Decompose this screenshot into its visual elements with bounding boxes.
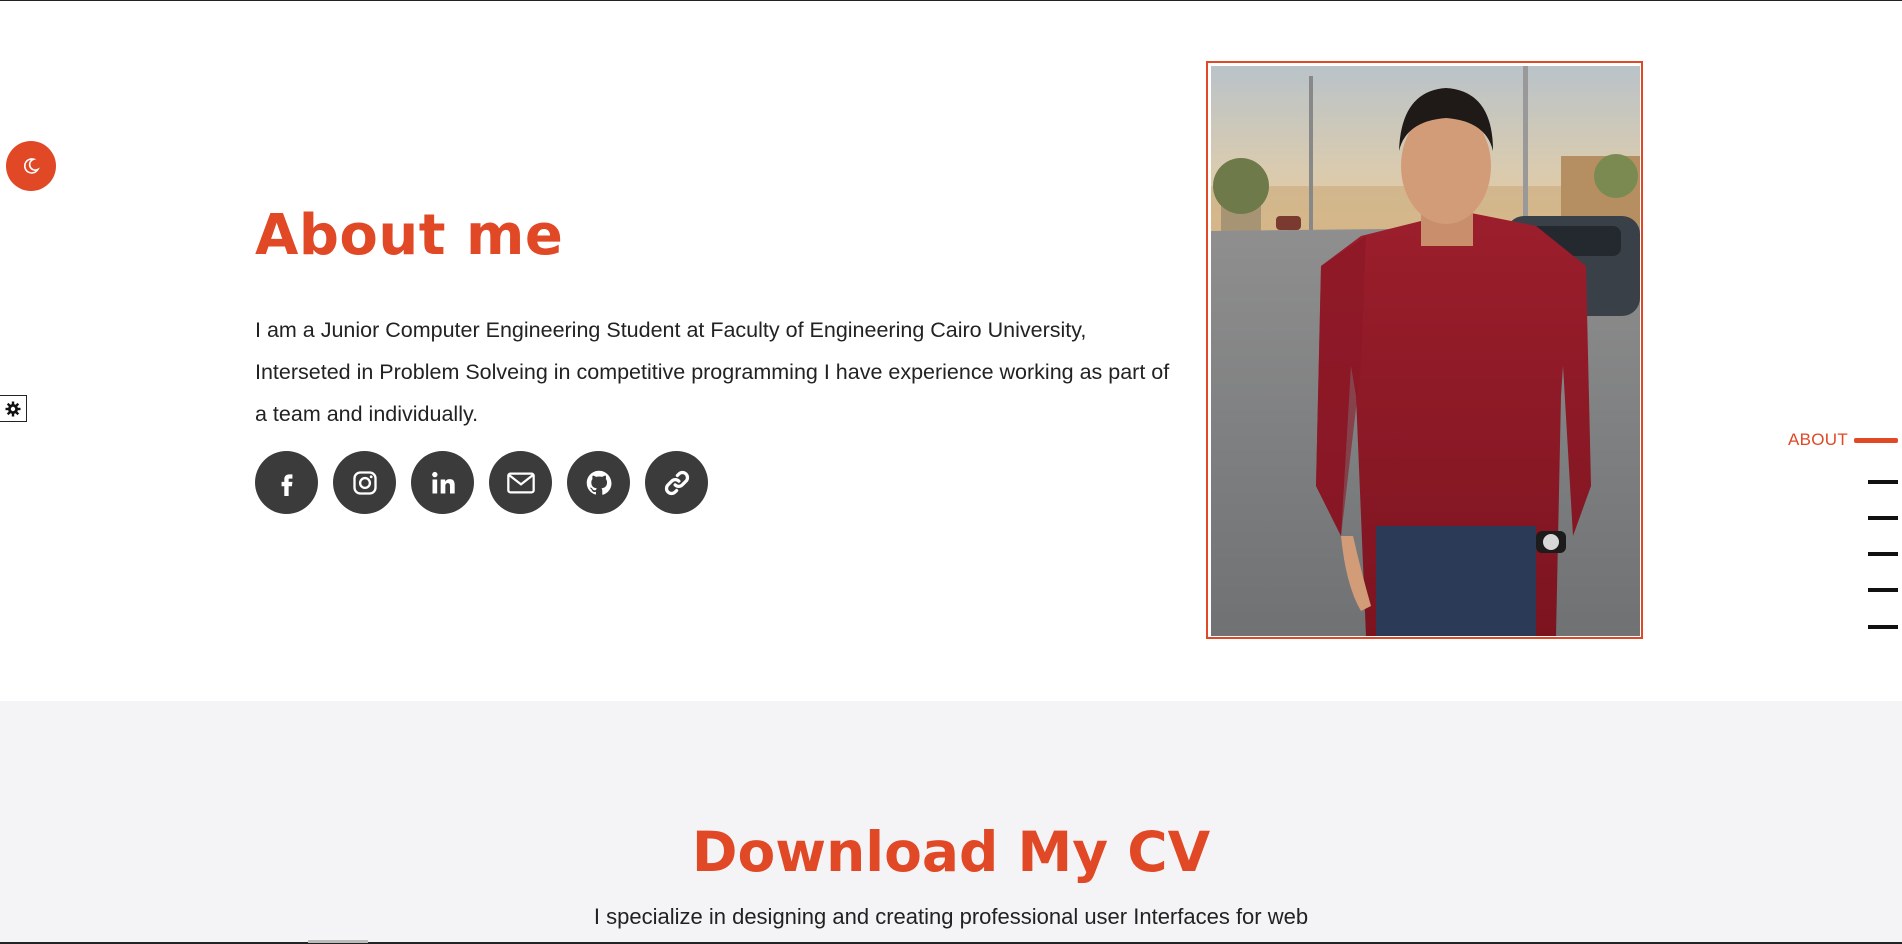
facebook-icon: [281, 473, 292, 496]
linkedin-link[interactable]: [411, 451, 474, 514]
nav-item-6[interactable]: [1868, 625, 1898, 629]
theme-toggle-button[interactable]: [6, 141, 56, 191]
nav-item-5[interactable]: [1868, 588, 1898, 592]
profile-photo-frame: [1206, 61, 1643, 639]
instagram-link[interactable]: [333, 451, 396, 514]
about-description: I am a Junior Computer Engineering Stude…: [255, 318, 1170, 426]
link-icon: [664, 470, 689, 495]
github-icon: [586, 470, 611, 495]
facebook-link[interactable]: [255, 451, 318, 514]
nav-item-about[interactable]: ABOUT: [1788, 430, 1898, 450]
nav-item-4[interactable]: [1868, 552, 1898, 556]
email-link[interactable]: [489, 451, 552, 514]
cv-title: Download My CV: [691, 820, 1211, 884]
settings-toggle-button[interactable]: [0, 395, 27, 422]
moon-icon: [23, 158, 40, 174]
website-link[interactable]: [645, 451, 708, 514]
linkedin-icon: [431, 471, 455, 493]
nav-item-2[interactable]: [1868, 480, 1898, 484]
nav-active-indicator: [1854, 437, 1898, 443]
cv-subtitle: I specialize in designing and creating p…: [593, 904, 1309, 929]
gear-icon: [5, 401, 21, 416]
nav-item-about-label: ABOUT: [1787, 430, 1848, 449]
email-icon: [506, 472, 535, 493]
scroll-stub: [308, 940, 368, 943]
nav-item-3[interactable]: [1868, 516, 1898, 520]
profile-photo: [1211, 66, 1640, 636]
github-link[interactable]: [567, 451, 630, 514]
instagram-icon: [352, 470, 377, 495]
about-title: About me: [255, 203, 564, 268]
social-links: [255, 451, 708, 514]
